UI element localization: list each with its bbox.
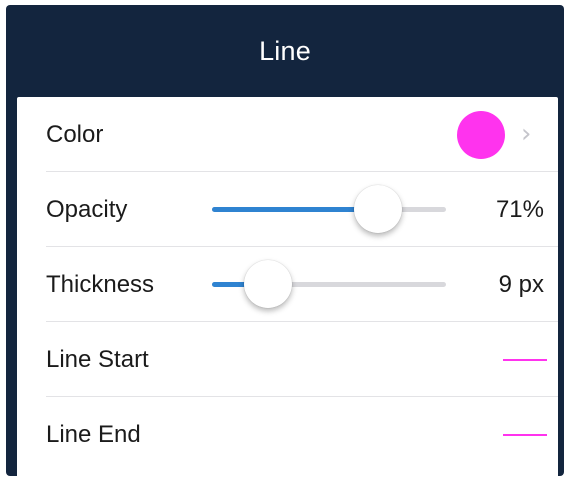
color-swatch[interactable]: [457, 111, 505, 159]
thickness-label: Thickness: [46, 271, 155, 298]
thickness-row: Thickness 9 px: [17, 247, 558, 322]
opacity-value: 71%: [495, 196, 544, 223]
line-end-row[interactable]: Line End: [17, 397, 558, 472]
line-settings-popover: Line Color › Opacity 71% Thickness 9 px …: [6, 5, 564, 476]
thickness-slider[interactable]: [212, 247, 446, 322]
opacity-slider-knob[interactable]: [354, 185, 403, 233]
line-settings-panel: Color › Opacity 71% Thickness 9 px Line …: [17, 97, 558, 476]
opacity-slider[interactable]: [212, 172, 446, 247]
line-end-preview: [503, 434, 547, 436]
opacity-row: Opacity 71%: [17, 172, 558, 247]
opacity-label: Opacity: [46, 196, 128, 223]
line-start-label: Line Start: [46, 346, 149, 373]
color-row[interactable]: Color ›: [17, 97, 558, 172]
chevron-right-icon: ›: [521, 119, 532, 149]
line-start-row[interactable]: Line Start: [17, 322, 558, 397]
line-start-preview: [503, 359, 547, 361]
thickness-value: 9 px: [498, 271, 544, 298]
thickness-slider-knob[interactable]: [244, 260, 293, 308]
color-label: Color: [46, 121, 104, 148]
popover-title: Line: [259, 35, 311, 66]
popover-header: Line: [6, 5, 564, 97]
line-end-label: Line End: [46, 421, 141, 448]
